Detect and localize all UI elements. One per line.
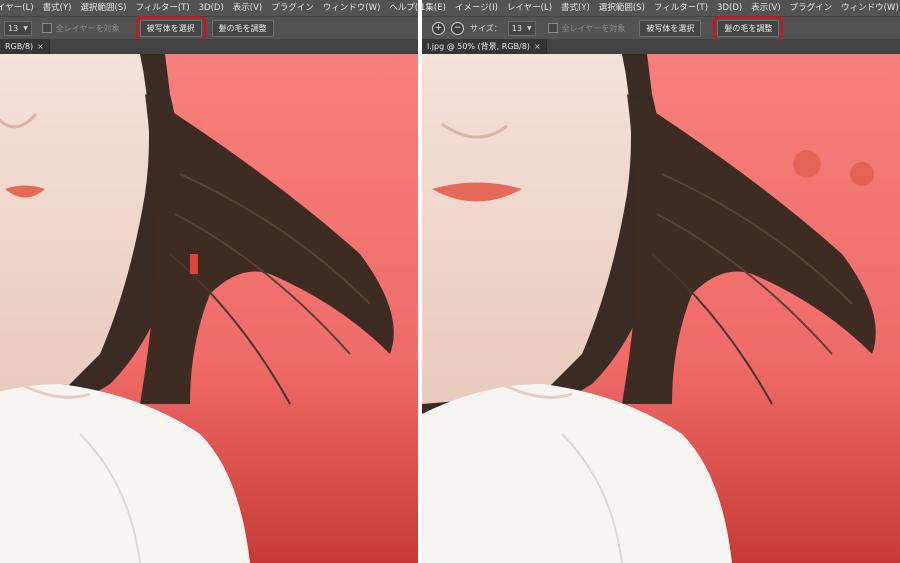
document-tab-bar: l.jpg @ 50% (背景, RGB/8) × bbox=[422, 39, 900, 54]
subtract-from-selection-button[interactable]: − bbox=[451, 21, 464, 35]
menu-item[interactable]: プラグイン bbox=[790, 0, 833, 16]
sample-all-layers-label: 全レイヤーを対象 bbox=[55, 23, 120, 33]
refine-hair-button[interactable]: 髪の毛を調整 bbox=[211, 19, 274, 37]
options-bar: 13 ▼ 全レイヤーを対象 被写体を選択 髪の毛を調整 bbox=[0, 15, 418, 41]
canvas-area[interactable] bbox=[422, 54, 900, 563]
sample-all-layers-option[interactable]: 全レイヤーを対象 bbox=[547, 23, 626, 34]
brush-size-select[interactable]: 13 ▼ bbox=[4, 20, 32, 36]
document-tab[interactable]: l.jpg @ 50% (背景, RGB/8) × bbox=[422, 39, 547, 54]
refine-hair-button[interactable]: 髪の毛を調整 bbox=[713, 15, 784, 41]
menu-item[interactable]: フィルター(T) bbox=[135, 0, 189, 16]
left-screenshot: イヤー(L) 書式(Y) 選択範囲(S) フィルター(T) 3D(D) 表示(V) プラグイ… bbox=[0, 0, 418, 563]
photo-with-selection-overlay bbox=[0, 54, 418, 563]
document-tab-label: l.jpg @ 50% (背景, RGB/8) bbox=[427, 42, 530, 51]
sample-all-layers-label: 全レイヤーを対象 bbox=[561, 23, 626, 33]
menu-item[interactable]: イメージ(I) bbox=[455, 0, 498, 16]
menu-item[interactable]: イヤー(L) bbox=[0, 0, 34, 16]
document-tab-label: RGB/8) bbox=[5, 42, 34, 51]
brush-size-select[interactable]: 13 ▼ bbox=[507, 20, 536, 36]
chevron-down-icon: ▼ bbox=[23, 24, 28, 32]
menu-item[interactable]: 書式(Y) bbox=[561, 0, 590, 16]
sample-all-layers-checkbox[interactable] bbox=[41, 23, 52, 33]
chevron-down-icon: ▼ bbox=[526, 24, 532, 32]
select-subject-button[interactable]: 被写体を選択 bbox=[639, 19, 702, 37]
canvas-area[interactable] bbox=[0, 54, 418, 563]
add-to-selection-button[interactable]: + bbox=[432, 21, 445, 35]
menu-item[interactable]: 書式(Y) bbox=[43, 0, 72, 16]
menu-item[interactable]: 表示(V) bbox=[233, 0, 262, 16]
menu-item[interactable]: 3D(D) bbox=[717, 0, 742, 16]
menu-item[interactable]: フィルター(T) bbox=[654, 0, 708, 16]
menu-item[interactable]: ヘルプ(H) bbox=[389, 0, 418, 16]
select-subject-button[interactable]: 被写体を選択 bbox=[135, 15, 206, 41]
brush-size-value: 13 bbox=[511, 23, 522, 33]
document-tab[interactable]: RGB/8) × bbox=[0, 39, 50, 54]
menu-item[interactable]: 選択範囲(S) bbox=[599, 0, 645, 16]
brush-size-value: 13 bbox=[8, 23, 19, 33]
menu-item[interactable]: 表示(V) bbox=[751, 0, 780, 16]
photo-with-selection-overlay bbox=[422, 54, 900, 563]
menu-bar: イヤー(L) 書式(Y) 選択範囲(S) フィルター(T) 3D(D) 表示(V) プラグイ… bbox=[0, 0, 418, 16]
sample-all-layers-checkbox[interactable] bbox=[547, 23, 558, 33]
document-tab-bar: RGB/8) × bbox=[0, 39, 418, 54]
menu-item[interactable]: ウィンドウ(W) bbox=[841, 0, 899, 16]
menu-item[interactable]: ウィンドウ(W) bbox=[323, 0, 381, 16]
size-label: サイズ： bbox=[470, 23, 502, 33]
menu-item[interactable]: 1集(E) bbox=[422, 0, 446, 16]
comparison-view: イヤー(L) 書式(Y) 選択範囲(S) フィルター(T) 3D(D) 表示(V) プラグイ… bbox=[0, 0, 900, 563]
menu-item[interactable]: プラグイン bbox=[271, 0, 314, 16]
right-screenshot: 1集(E) イメージ(I) レイヤー(L) 書式(Y) 選択範囲(S) フィルター(T) 3… bbox=[422, 0, 900, 563]
close-icon[interactable]: × bbox=[37, 42, 44, 51]
menu-item[interactable]: 3D(D) bbox=[199, 0, 224, 16]
menu-item[interactable]: 選択範囲(S) bbox=[80, 0, 126, 16]
menu-item[interactable]: レイヤー(L) bbox=[507, 0, 552, 16]
sample-all-layers-option[interactable]: 全レイヤーを対象 bbox=[41, 23, 120, 34]
menu-bar: 1集(E) イメージ(I) レイヤー(L) 書式(Y) 選択範囲(S) フィルター(T) 3… bbox=[422, 0, 900, 16]
close-icon[interactable]: × bbox=[534, 42, 541, 51]
options-bar: + − サイズ： 13 ▼ 全レイヤーを対象 被写体を選択 髪の毛を調整 bbox=[422, 15, 900, 41]
